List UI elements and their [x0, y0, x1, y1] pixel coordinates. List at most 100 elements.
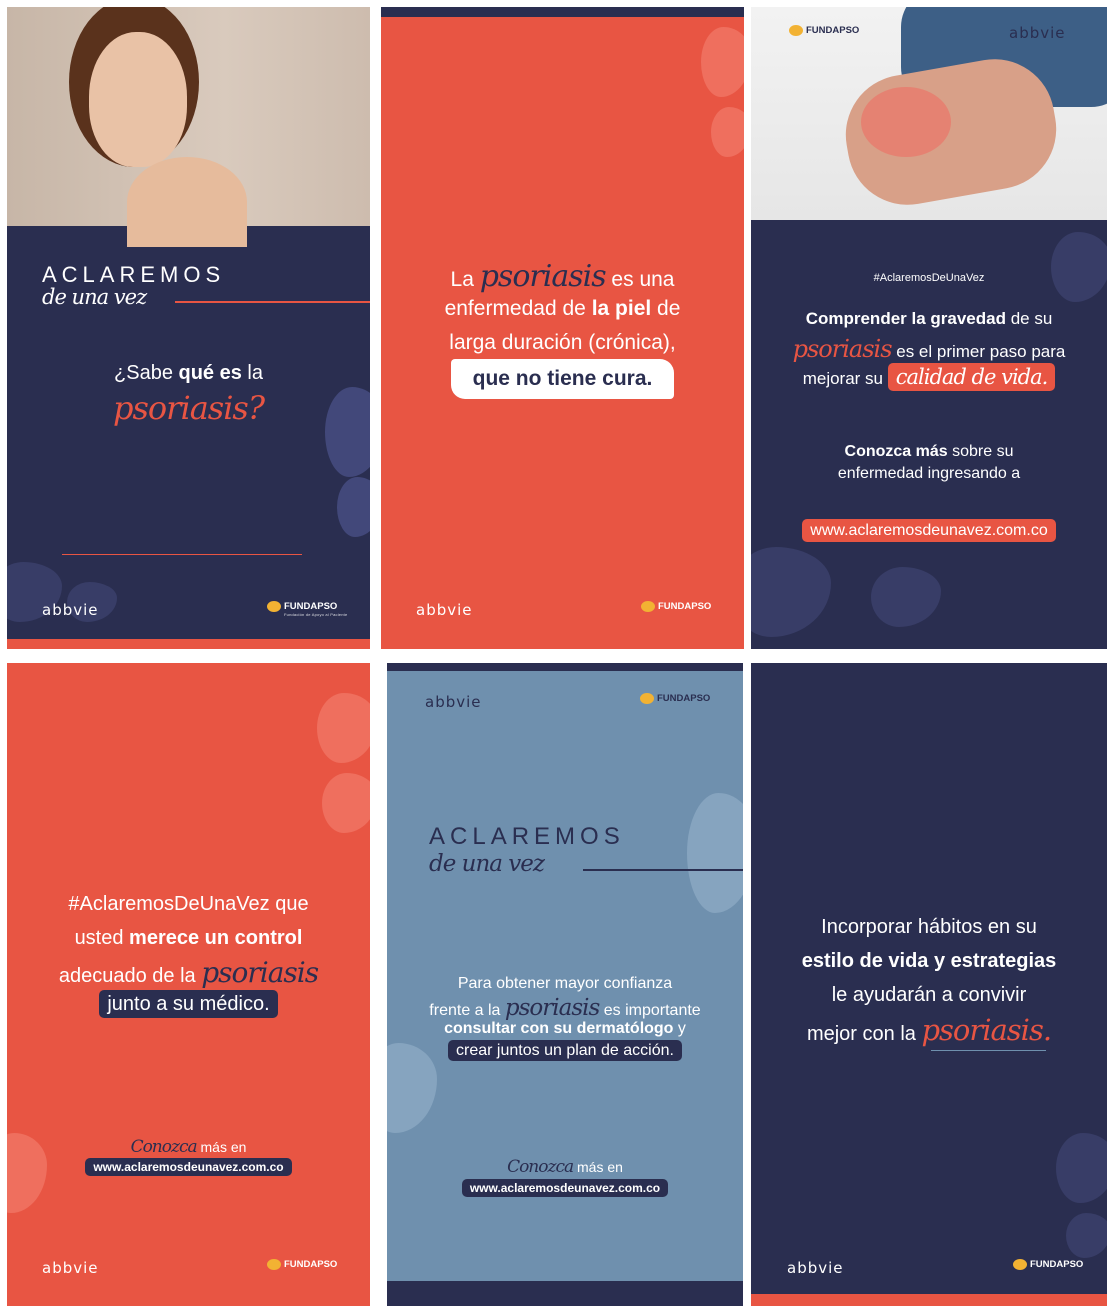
- bottom-line: [62, 554, 302, 555]
- fundapso-sun-icon: [789, 25, 803, 36]
- fundapso-sun-icon: [267, 601, 281, 612]
- line-3-bold: consultar con su dermatólogo: [444, 1020, 674, 1037]
- panel-2-enfermedad-cronica: La psoriasis es una enfermedad de la pie…: [381, 7, 744, 649]
- psoriasis-script: psoriasis?: [112, 389, 265, 427]
- line-4-wrap: junto a su médico.: [7, 990, 370, 1018]
- line-4-wrap: que no tiene cura.: [381, 359, 744, 399]
- line-4: Conozca más sobre su: [751, 443, 1107, 461]
- line-3-pre: mejorar su: [802, 369, 888, 388]
- line-3: consultar con su dermatólogo y: [387, 1020, 743, 1038]
- panel-6-estilo-de-vida: Incorporar hábitos en su estilo de vida …: [751, 663, 1107, 1306]
- psoriasis-script: psoriasis: [201, 956, 319, 989]
- navy-top-bar: [387, 663, 743, 671]
- line-1-post: que: [269, 893, 309, 915]
- face-shape: [89, 32, 187, 167]
- navy-top-bar: [381, 7, 744, 17]
- abbvie-logo: abbvie: [42, 1259, 99, 1277]
- fundapso-name: FUNDAPSO: [658, 601, 712, 613]
- line-4: mejor con la psoriasis.: [751, 1013, 1107, 1047]
- line-1-pre: La: [450, 268, 480, 291]
- campaign-title: ACLAREMOS: [429, 823, 625, 850]
- fundapso-logo: FUNDAPSO Fundación de Apoyo al Paciente …: [267, 601, 348, 617]
- conozca-script: Conozca: [130, 1137, 198, 1157]
- line-4-bold: Conozca más: [844, 443, 948, 460]
- decor-blob: [701, 27, 744, 97]
- website-link[interactable]: www.aclaremosdeunavez.com.co: [85, 1158, 292, 1176]
- fundapso-logo: FUNDAPSO: [641, 601, 711, 612]
- decor-blob: [322, 773, 370, 833]
- fundapso-name: FUNDAPSO: [284, 1259, 338, 1271]
- line-2-pre: enfermedad de: [444, 297, 592, 320]
- line-1: Comprender la gravedad de su: [751, 309, 1107, 329]
- line-1: #AclaremosDeUnaVez que: [7, 893, 370, 916]
- fundapso-tagline: Fundación de Apoyo al Paciente con Psori…: [284, 612, 348, 618]
- smiling-woman-photo: [7, 7, 370, 247]
- line-3-post: y: [673, 1020, 686, 1037]
- shoulder-shape: [127, 157, 247, 247]
- line-2-pre: frente a la: [429, 1002, 505, 1019]
- line-1: Incorporar hábitos en su: [821, 916, 1037, 938]
- more-line: Conozca más en: [7, 1137, 370, 1157]
- line-3: larga duración (crónica),: [449, 331, 676, 354]
- action-plan-highlight: crear juntos un plan de acción.: [448, 1040, 682, 1061]
- decor-blob: [687, 793, 743, 913]
- psoriasis-underline: [931, 1050, 1046, 1051]
- coral-footer-bar: [751, 1294, 1107, 1306]
- fundapso-sun-icon: [640, 693, 654, 704]
- psoriasis-script: psoriasis: [792, 335, 893, 363]
- decor-blob: [751, 547, 831, 637]
- campaign-subtitle: de una vez: [429, 851, 545, 877]
- decor-blob: [1056, 1133, 1107, 1203]
- panel-4-control-adecuado: #AclaremosDeUnaVez que usted merece un c…: [7, 663, 370, 1306]
- fundapso-sun-icon: [267, 1259, 281, 1270]
- abbvie-logo: abbvie: [1009, 24, 1066, 42]
- question-bold: qué es: [178, 362, 242, 384]
- fundapso-logo: FUNDAPSO: [789, 25, 859, 36]
- decor-blob: [1051, 232, 1107, 302]
- line-1: Para obtener mayor confianza: [457, 975, 673, 992]
- psoriasis-script: psoriasis.: [921, 1013, 1052, 1047]
- decor-blob: [337, 477, 370, 537]
- rash-shape: [861, 87, 951, 157]
- question-line: ¿Sabe qué es la: [7, 362, 370, 385]
- quality-of-life-highlight: calidad de vida.: [887, 363, 1056, 391]
- psoriasis-script: psoriasis: [504, 995, 600, 1021]
- decor-blob: [317, 693, 370, 763]
- line-2-post: es el primer paso para: [891, 342, 1066, 361]
- question-prefix: ¿Sabe: [114, 362, 179, 384]
- more-post: más en: [196, 1139, 247, 1155]
- line-1-bold: Comprender la gravedad: [805, 309, 1006, 328]
- line-4-wrap: crear juntos un plan de acción.: [387, 1040, 743, 1061]
- line-5: enfermedad ingresando a: [837, 465, 1021, 482]
- line-2-post: de: [651, 297, 681, 320]
- line-1-post: es una: [605, 268, 675, 291]
- fundapso-name: FUNDAPSO: [657, 693, 711, 705]
- line-3: le ayudarán a convivir: [831, 984, 1027, 1006]
- fundapso-sun-icon: [641, 601, 655, 612]
- fundapso-name: FUNDAPSO: [284, 601, 338, 613]
- panel-5-plan-de-accion: abbvie FUNDAPSO ACLAREMOS de una vez Par…: [387, 663, 743, 1306]
- hashtag: #AclaremosDeUnaVez: [873, 272, 985, 284]
- psoriasis-script: psoriasis: [479, 259, 607, 294]
- website-link[interactable]: www.aclaremosdeunavez.com.co: [461, 1179, 669, 1197]
- line-4-post: sobre su: [947, 443, 1014, 460]
- line-3: mejorar su calidad de vida.: [751, 363, 1107, 391]
- fundapso-logo: FUNDAPSO: [640, 693, 710, 704]
- campaign-subtitle: de una vez: [42, 285, 147, 309]
- url-wrap: www.aclaremosdeunavez.com.co: [387, 1179, 743, 1197]
- website-link[interactable]: www.aclaremosdeunavez.com.co: [802, 519, 1056, 542]
- fundapso-name: FUNDAPSO: [1030, 1259, 1084, 1271]
- line-2-bold: estilo de vida y estrategias: [801, 950, 1057, 972]
- decor-blob: [871, 567, 941, 627]
- line-2: estilo de vida y estrategias: [751, 950, 1107, 973]
- with-doctor-highlight: junto a su médico.: [99, 990, 278, 1018]
- more-post: más en: [573, 1159, 623, 1175]
- conozca-script: Conozca: [507, 1157, 574, 1177]
- line-2: usted merece un control: [7, 927, 370, 950]
- panel-3-calidad-de-vida: FUNDAPSO abbvie #AclaremosDeUnaVez Compr…: [751, 7, 1107, 649]
- navy-footer-bar: [387, 1281, 743, 1306]
- url-wrap: www.aclaremosdeunavez.com.co: [751, 519, 1107, 542]
- abbvie-logo: abbvie: [416, 601, 473, 619]
- no-cure-highlight: que no tiene cura.: [450, 359, 675, 399]
- hashtag: #AclaremosDeUnaVez: [68, 893, 270, 915]
